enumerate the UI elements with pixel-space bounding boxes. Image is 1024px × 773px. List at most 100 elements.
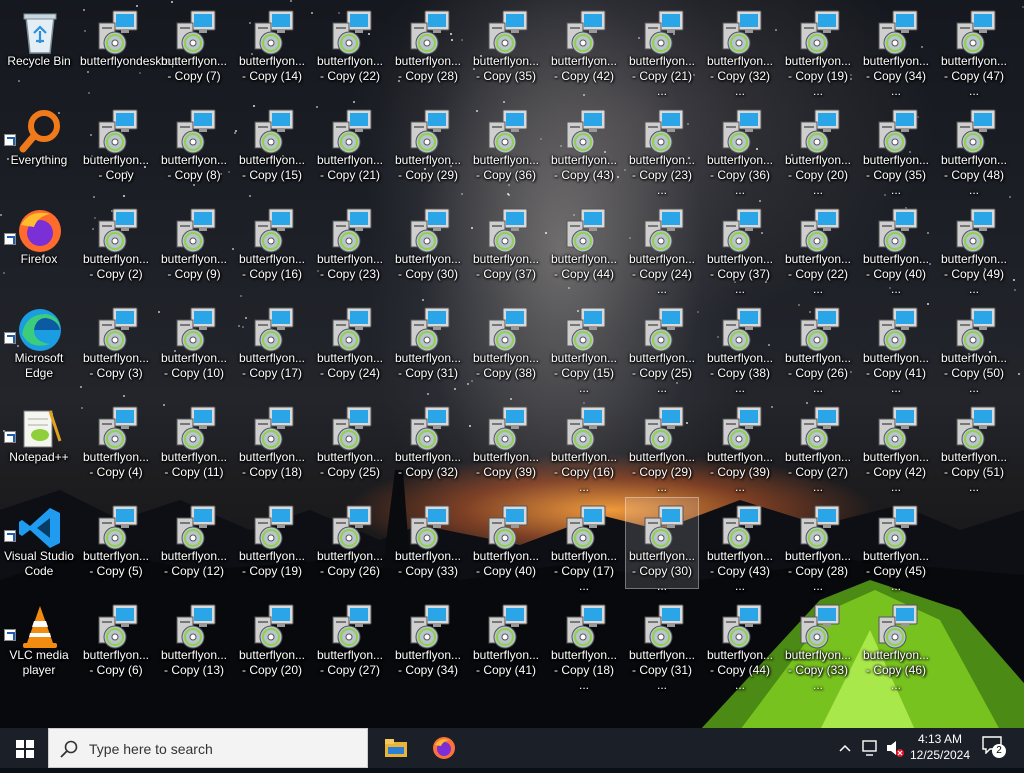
butterfly-setup-file[interactable]: butterflyon... - Copy (36) <box>469 101 543 193</box>
tray-network[interactable] <box>860 728 880 768</box>
butterfly-setup-file[interactable]: butterflyon... - Copy (27) <box>313 596 387 688</box>
butterfly-setup-file[interactable]: butterflyon... - Copy (17) ... <box>547 497 621 593</box>
butterfly-setup-file[interactable]: butterflyon... - Copy (44) ... <box>703 596 777 692</box>
butterfly-setup-file[interactable]: butterflyon... - Copy (26) <box>313 497 387 589</box>
butterfly-setup-file[interactable]: butterflyon... - Copy (26) ... <box>781 299 855 395</box>
butterfly-setup-file[interactable]: butterflyon... - Copy (15) <box>235 101 309 193</box>
desktop-edge-shortcut[interactable]: Microsoft Edge <box>2 299 76 391</box>
desktop-firefox-shortcut[interactable]: Firefox <box>2 200 76 292</box>
butterfly-setup-file[interactable]: butterflyon... - Copy (28) ... <box>781 497 855 593</box>
butterfly-setup-file[interactable]: butterflyon... - Copy (25) <box>313 398 387 490</box>
butterfly-setup-file[interactable]: butterflyon... - Copy (21) ... <box>625 2 699 98</box>
butterfly-setup-file[interactable]: butterflyon... - Copy (42) ... <box>859 398 933 494</box>
butterfly-setup-file[interactable]: butterflyon... - Copy (16) <box>235 200 309 292</box>
butterfly-setup-file[interactable]: butterflyon... - Copy (37) <box>469 200 543 292</box>
tray-volume[interactable] <box>884 728 906 768</box>
butterfly-setup-file[interactable]: butterflyon... - Copy (30) <box>391 200 465 292</box>
butterfly-setup-file[interactable]: butterflyon... - Copy (18) <box>235 398 309 490</box>
butterfly-setup-file[interactable]: butterflyon... - Copy (11) <box>157 398 231 490</box>
butterfly-setup-file[interactable]: butterflyon... - Copy (31) ... <box>625 596 699 692</box>
butterfly-setup-file[interactable]: butterflyon... - Copy (23) ... <box>625 101 699 197</box>
butterfly-setup-file[interactable]: butterflyon... - Copy (24) <box>313 299 387 391</box>
butterfly-setup-file[interactable]: butterflyon... - Copy (40) ... <box>859 200 933 296</box>
butterfly-setup-file[interactable]: butterflyon... - Copy (43) <box>547 101 621 193</box>
butterfly-setup-file[interactable]: butterflyon... - Copy (41) ... <box>859 299 933 395</box>
butterfly-setup-file[interactable]: butterflyon... - Copy (21) <box>313 101 387 193</box>
desktop-recycle-bin-shortcut[interactable]: Recycle Bin <box>2 2 76 94</box>
butterfly-setup-file[interactable]: butterflyon... - Copy (9) <box>157 200 231 292</box>
butterfly-setup-file[interactable]: butterflyon... - Copy (22) <box>313 2 387 94</box>
butterfly-setup-file[interactable]: butterflyon... - Copy (22) ... <box>781 200 855 296</box>
butterfly-setup-file[interactable]: butterflyon... - Copy (19) <box>235 497 309 589</box>
taskbar-file-explorer[interactable] <box>372 728 420 768</box>
butterfly-setup-file[interactable]: butterflyondesktop <box>79 2 178 94</box>
butterfly-setup-file[interactable]: butterflyon... - Copy (44) <box>547 200 621 292</box>
butterfly-setup-file[interactable]: butterflyon... - Copy (7) <box>157 2 231 94</box>
butterfly-setup-file[interactable]: butterflyon... - Copy (13) <box>157 596 231 688</box>
butterfly-setup-file[interactable]: butterflyon... - Copy (8) <box>157 101 231 193</box>
butterfly-setup-file[interactable]: butterflyon... - Copy (37) ... <box>703 200 777 296</box>
butterfly-setup-file[interactable]: butterflyon... - Copy (39) <box>469 398 543 490</box>
start-button[interactable] <box>0 728 48 768</box>
butterfly-setup-file[interactable]: butterflyon... - Copy (17) <box>235 299 309 391</box>
butterfly-setup-file[interactable]: butterflyon... - Copy (23) <box>313 200 387 292</box>
butterfly-setup-file[interactable]: butterflyon... - Copy (20) ... <box>781 101 855 197</box>
butterfly-setup-file[interactable]: butterflyon... - Copy (25) ... <box>625 299 699 395</box>
butterfly-setup-file[interactable]: butterflyon... - Copy <box>79 101 153 193</box>
desktop-notepadpp-shortcut[interactable]: Notepad++ <box>2 398 76 490</box>
butterfly-setup-file[interactable]: butterflyon... - Copy (2) <box>79 200 153 292</box>
butterfly-setup-file[interactable]: butterflyon... - Copy (51) ... <box>937 398 1011 494</box>
butterfly-setup-file[interactable]: butterflyon... - Copy (6) <box>79 596 153 688</box>
butterfly-setup-file[interactable]: butterflyon... - Copy (4) <box>79 398 153 490</box>
butterfly-setup-file[interactable]: butterflyon... - Copy (35) <box>469 2 543 94</box>
butterfly-setup-file[interactable]: butterflyon... - Copy (45) ... <box>859 497 933 593</box>
butterfly-setup-file[interactable]: butterflyon... - Copy (33) <box>391 497 465 589</box>
butterfly-setup-file[interactable]: butterflyon... - Copy (38) <box>469 299 543 391</box>
desktop-icon-area[interactable]: Recycle Bin Everything Firefox Microsoft Ed… <box>0 0 1024 728</box>
butterfly-setup-file[interactable]: butterflyon... - Copy (30) ... <box>625 497 699 593</box>
desktop-vlc-shortcut[interactable]: VLC media player <box>2 596 76 688</box>
butterfly-setup-file[interactable]: butterflyon... - Copy (20) <box>235 596 309 688</box>
butterfly-setup-file[interactable]: butterflyon... - Copy (47) ... <box>937 2 1011 98</box>
butterfly-setup-file[interactable]: butterflyon... - Copy (34) <box>391 596 465 688</box>
butterfly-setup-file[interactable]: butterflyon... - Copy (18) ... <box>547 596 621 692</box>
butterfly-setup-file[interactable]: butterflyon... - Copy (28) <box>391 2 465 94</box>
butterfly-setup-file[interactable]: butterflyon... - Copy (39) ... <box>703 398 777 494</box>
butterfly-setup-file[interactable]: butterflyon... - Copy (5) <box>79 497 153 589</box>
butterfly-setup-file[interactable]: butterflyon... - Copy (31) <box>391 299 465 391</box>
butterfly-setup-file[interactable]: butterflyon... - Copy (41) <box>469 596 543 688</box>
butterfly-setup-file[interactable]: butterflyon... - Copy (12) <box>157 497 231 589</box>
butterfly-setup-file[interactable]: butterflyon... - Copy (49) ... <box>937 200 1011 296</box>
butterfly-setup-file[interactable]: butterflyon... - Copy (27) ... <box>781 398 855 494</box>
installer-setup-icon <box>639 207 687 255</box>
butterfly-setup-file[interactable]: butterflyon... - Copy (32) <box>391 398 465 490</box>
butterfly-setup-file[interactable]: butterflyon... - Copy (15) ... <box>547 299 621 395</box>
butterfly-setup-file[interactable]: butterflyon... - Copy (29) ... <box>625 398 699 494</box>
tray-show-hidden-icons[interactable] <box>838 728 852 768</box>
butterfly-setup-file[interactable]: butterflyon... - Copy (42) <box>547 2 621 94</box>
butterfly-setup-file[interactable]: butterflyon... - Copy (29) <box>391 101 465 193</box>
butterfly-setup-file[interactable]: butterflyon... - Copy (10) <box>157 299 231 391</box>
butterfly-setup-file[interactable]: butterflyon... - Copy (36) ... <box>703 101 777 197</box>
butterfly-setup-file[interactable]: butterflyon... - Copy (35) ... <box>859 101 933 197</box>
butterfly-setup-file[interactable]: butterflyon... - Copy (38) ... <box>703 299 777 395</box>
action-center-button[interactable]: 2 <box>982 736 1006 760</box>
butterfly-setup-file[interactable]: butterflyon... - Copy (48) ... <box>937 101 1011 197</box>
butterfly-setup-file[interactable]: butterflyon... - Copy (32) ... <box>703 2 777 98</box>
butterfly-setup-file[interactable]: butterflyon... - Copy (40) <box>469 497 543 589</box>
butterfly-setup-file[interactable]: butterflyon... - Copy (34) ... <box>859 2 933 98</box>
butterfly-setup-file[interactable]: butterflyon... - Copy (19) ... <box>781 2 855 98</box>
butterfly-setup-file[interactable]: butterflyon... - Copy (24) ... <box>625 200 699 296</box>
butterfly-setup-file[interactable]: butterflyon... - Copy (50) ... <box>937 299 1011 395</box>
taskbar-clock[interactable]: 4:13 AM 12/25/2024 <box>908 731 972 763</box>
taskbar-firefox[interactable] <box>420 728 468 768</box>
butterfly-setup-file[interactable]: butterflyon... - Copy (33) ... <box>781 596 855 692</box>
butterfly-setup-file[interactable]: butterflyon... - Copy (3) <box>79 299 153 391</box>
butterfly-setup-file[interactable]: butterflyon... - Copy (14) <box>235 2 309 94</box>
desktop-vscode-shortcut[interactable]: Visual Studio Code <box>2 497 76 589</box>
butterfly-setup-file[interactable]: butterflyon... - Copy (46) ... <box>859 596 933 692</box>
butterfly-setup-file[interactable]: butterflyon... - Copy (16) ... <box>547 398 621 494</box>
taskbar-search-box[interactable]: Type here to search <box>48 728 368 768</box>
butterfly-setup-file[interactable]: butterflyon... - Copy (43) ... <box>703 497 777 593</box>
desktop-everything-search-shortcut[interactable]: Everything <box>2 101 76 193</box>
